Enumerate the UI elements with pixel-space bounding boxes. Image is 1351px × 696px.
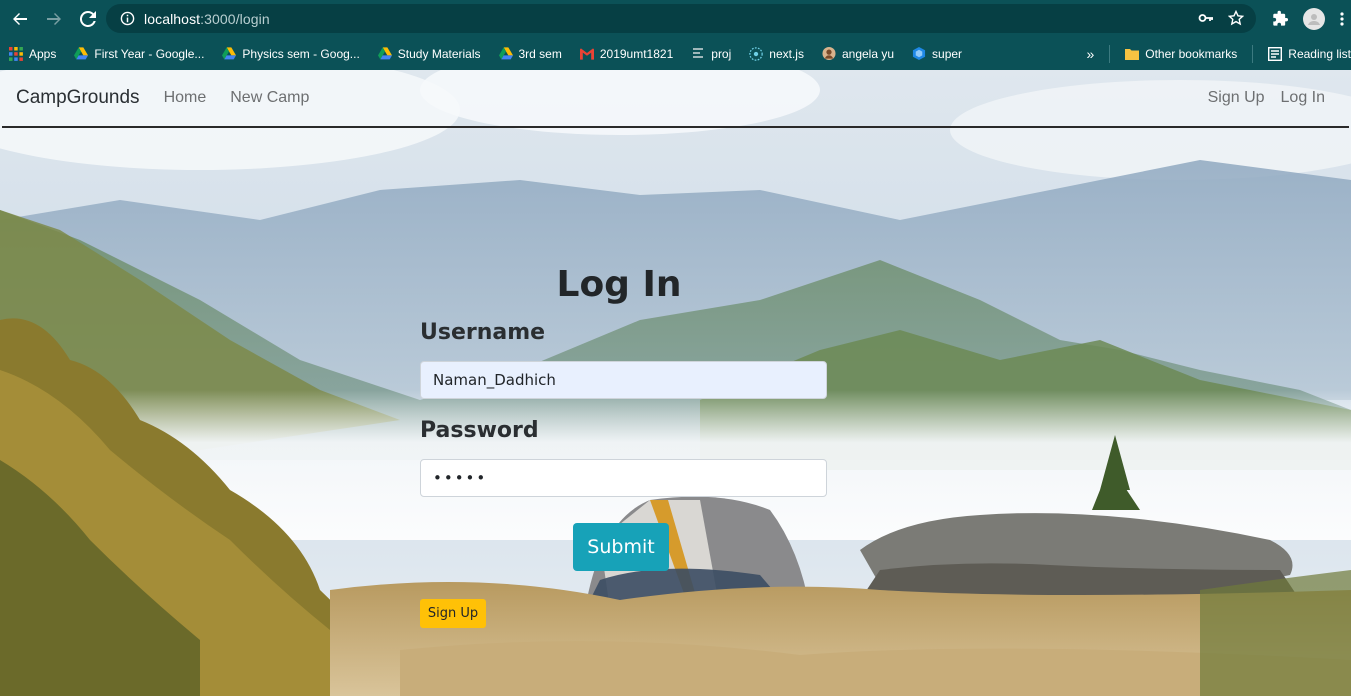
nav-log-in-link[interactable]: Log In [1281,89,1325,107]
nav-home-link[interactable]: Home [164,89,207,107]
angela-icon [822,46,836,61]
omnibox-actions [1198,10,1244,26]
reload-icon [80,10,96,27]
password-value: ••••• [433,469,488,487]
reload-button[interactable] [74,5,102,33]
back-arrow-icon [13,12,27,25]
other-bookmarks[interactable]: Other bookmarks [1116,41,1246,67]
bookmark-gmail[interactable]: 2019umt1821 [571,41,682,67]
star-icon[interactable] [1228,10,1244,26]
brand-link[interactable]: CampGrounds [16,87,140,109]
extensions-area [1272,4,1351,33]
bookmark-proj[interactable]: proj [682,41,740,67]
bookmark-label: Study Materials [397,46,481,61]
url-text: localhost:3000/login [144,11,270,27]
bookmark-label: 3rd sem [518,46,562,61]
bookmark-3rd-sem[interactable]: 3rd sem [490,41,571,67]
nav-sign-up-link[interactable]: Sign Up [1208,89,1265,107]
username-value: Naman_Dadhich [433,371,556,389]
reading-list[interactable]: Reading list [1259,41,1351,67]
google-drive-icon [222,47,237,61]
bookmark-label: First Year - Google... [94,46,205,61]
page-title: Log In [556,264,682,305]
address-bar[interactable]: localhost:3000/login [106,4,1256,33]
google-drive-icon [498,47,513,61]
submit-button[interactable]: Submit [573,523,669,571]
bookmark-label: 2019umt1821 [599,46,674,61]
bookmarks-overflow-button[interactable]: » [1077,41,1103,67]
google-drive-icon [74,47,89,61]
sign-up-button[interactable]: Sign Up [420,599,486,628]
browser-toolbar: localhost:3000/login [0,0,1351,37]
username-input[interactable]: Naman_Dadhich [420,361,827,399]
menu-kebab-icon[interactable] [1339,11,1345,27]
forward-button[interactable] [40,5,68,33]
site-navbar: CampGrounds Home New Camp Sign Up Log In [2,70,1349,128]
nextjs-icon [749,46,764,61]
super-icon [912,46,926,61]
gmail-icon [579,47,594,61]
bookmarks-bar: Apps First Year - Google... Physics sem … [0,37,1351,70]
page-content: CampGrounds Home New Camp Sign Up Log In… [0,70,1351,696]
bookmarks-right: » Other bookmarks Reading list [1077,37,1351,70]
profile-avatar-icon[interactable] [1303,7,1325,30]
reading-list-label: Reading list [1288,46,1351,61]
extensions-puzzle-icon[interactable] [1272,10,1289,27]
bookmark-label: Apps [29,46,57,61]
overflow-chevron-icon: » [1086,45,1095,62]
google-drive-icon [377,47,392,61]
proj-icon [691,47,705,61]
bookmark-nextjs[interactable]: next.js [740,41,813,67]
bookmark-super[interactable]: super [903,41,971,67]
other-bookmarks-label: Other bookmarks [1145,46,1238,61]
nav-new-camp-link[interactable]: New Camp [230,89,309,107]
username-label: Username [420,320,546,345]
bookmark-apps[interactable]: Apps [0,41,65,67]
forward-arrow-icon [47,12,61,25]
password-input[interactable]: ••••• [420,459,827,497]
bookmarks-divider [1109,44,1111,63]
apps-grid-icon [9,46,23,61]
bookmark-label: angela yu [841,46,895,61]
url-path: :3000/login [200,10,270,27]
bookmark-angela-yu[interactable]: angela yu [813,41,903,67]
back-button[interactable] [6,5,34,33]
bookmark-label: proj [711,46,732,61]
bookmarks-divider [1252,44,1254,63]
password-label: Password [420,418,539,443]
bookmark-physics-sem[interactable]: Physics sem - Goog... [213,41,368,67]
nav-auth-links: Sign Up Log In [1208,70,1325,126]
url-host: localhost [144,10,201,27]
bookmark-first-year[interactable]: First Year - Google... [65,41,213,67]
site-info-icon[interactable] [118,10,136,28]
bookmark-label: super [932,46,963,61]
bookmark-label: next.js [769,46,804,61]
bookmark-study-materials[interactable]: Study Materials [369,41,490,67]
folder-icon [1125,47,1140,61]
bookmark-label: Physics sem - Goog... [242,46,360,61]
reading-list-icon [1268,46,1283,61]
key-icon[interactable] [1198,10,1214,26]
